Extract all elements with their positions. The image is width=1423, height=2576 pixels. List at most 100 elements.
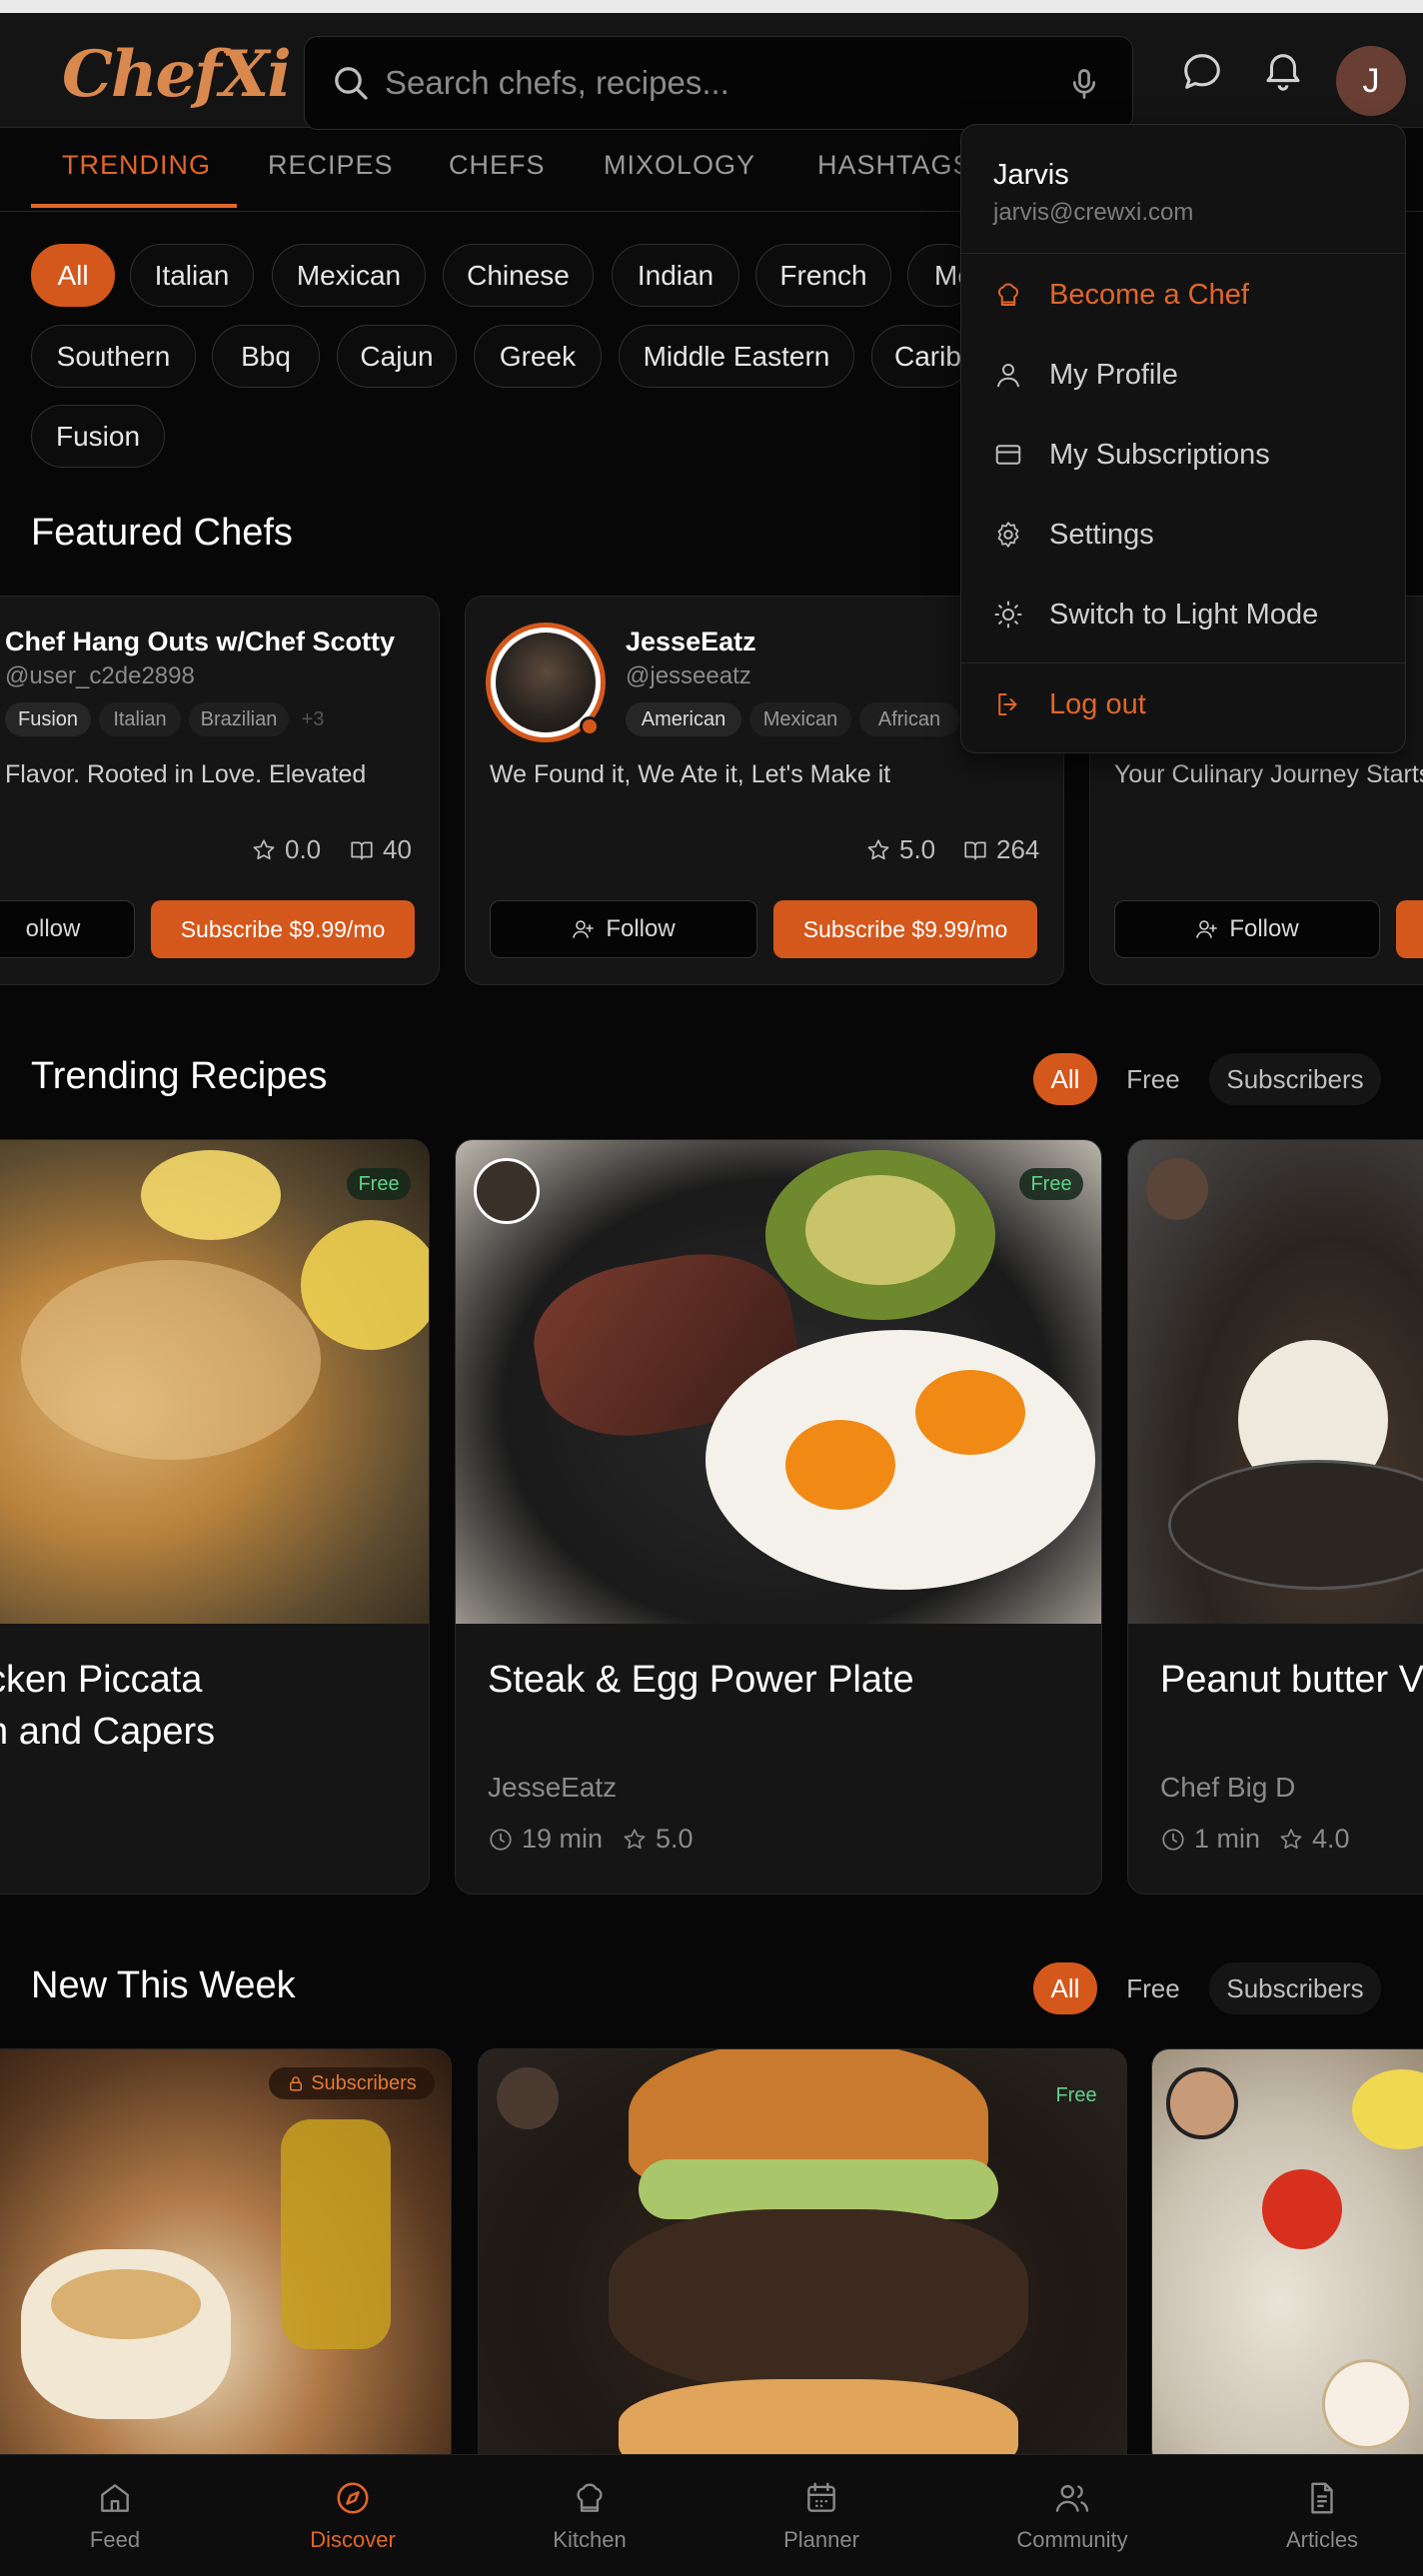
menu-item-label: Switch to Light Mode: [1049, 598, 1319, 631]
recipe-card[interactable]: Free Steak & Egg Power Plate JesseEatz 1…: [455, 1139, 1102, 1895]
avatar-initial: J: [1362, 61, 1380, 100]
recipe-card[interactable]: [1151, 2048, 1423, 2468]
chip-cajun[interactable]: Cajun: [337, 325, 457, 388]
active-tab-indicator: [31, 204, 237, 208]
chip-all[interactable]: All: [31, 244, 115, 307]
cuisine-tag: African: [859, 702, 959, 736]
search-input[interactable]: [385, 59, 1024, 107]
chip-southern[interactable]: Southern: [31, 325, 196, 388]
nav-community[interactable]: Community: [1002, 2455, 1142, 2576]
nav-kitchen[interactable]: Kitchen: [530, 2455, 650, 2576]
star-icon: [624, 1828, 646, 1849]
chefxi-logo[interactable]: ChefXi: [62, 37, 292, 112]
filter-subscribers[interactable]: Subscribers: [1209, 1962, 1381, 2014]
nav-label: Articles: [1285, 2527, 1359, 2552]
subscribe-button[interactable]: Subscribe $9.99/mo: [773, 900, 1037, 958]
trending-recipes-title: Trending Recipes: [31, 1055, 328, 1097]
subscribe-button[interactable]: Subscribe $9.99/mo: [151, 900, 415, 958]
recipe-card[interactable]: Free: [478, 2048, 1127, 2468]
chef-card[interactable]: Chef Hang Outs w/Chef Scotty @user_c2de2…: [0, 596, 440, 985]
subscribers-badge: Subscribers: [269, 2067, 435, 2099]
chef-mini-avatar[interactable]: [1146, 1158, 1208, 1220]
chef-bio: We Found it, We Ate it, Let's Make it: [490, 760, 891, 788]
chef-recipe-count: 40: [349, 834, 412, 865]
follow-button[interactable]: ollow: [0, 900, 135, 958]
rating-value: 4.0: [1312, 1824, 1350, 1854]
tab-chefs[interactable]: CHEFS: [449, 150, 546, 181]
filter-free[interactable]: Free: [1111, 1053, 1195, 1105]
chip-italian[interactable]: Italian: [130, 244, 254, 307]
follow-label: ollow: [25, 915, 81, 942]
chip-chinese[interactable]: Chinese: [443, 244, 594, 307]
menu-light-mode[interactable]: Switch to Light Mode: [961, 579, 1405, 650]
tab-trending[interactable]: TRENDING: [62, 150, 211, 181]
chip-fusion[interactable]: Fusion: [31, 405, 165, 468]
chip-french[interactable]: French: [755, 244, 891, 307]
follow-button[interactable]: Follow: [1114, 900, 1380, 958]
star-icon: [253, 838, 275, 859]
chef-bio: Flavor. Rooted in Love. Elevated: [5, 760, 367, 788]
bell-icon[interactable]: [1260, 48, 1306, 94]
chip-indian[interactable]: Indian: [612, 244, 739, 307]
gear-icon: [997, 522, 1019, 548]
chef-mini-avatar[interactable]: [497, 2067, 559, 2129]
nav-discover[interactable]: Discover: [293, 2455, 413, 2576]
recipe-card[interactable]: Free cken Piccata n and Capers: [0, 1139, 430, 1895]
recipe-card[interactable]: Peanut butter V Chef Big D 1 min 4.0: [1127, 1139, 1423, 1895]
chef-mini-avatar[interactable]: [1166, 2067, 1238, 2139]
add-user-icon: [1196, 920, 1218, 938]
nav-label: Planner: [783, 2527, 859, 2552]
nav-planner[interactable]: Planner: [761, 2455, 881, 2576]
subscribe-button[interactable]: [1396, 900, 1423, 958]
follow-button[interactable]: Follow: [490, 900, 757, 958]
recipe-rating: 4.0: [1278, 1824, 1350, 1855]
recipe-title: Steak & Egg Power Plate: [488, 1659, 914, 1701]
logo-text: ChefXi: [62, 37, 292, 112]
chip-greek[interactable]: Greek: [474, 325, 602, 388]
menu-log-out[interactable]: Log out: [961, 668, 1405, 740]
add-user-icon: [573, 920, 595, 938]
recipe-card[interactable]: Subscribers: [0, 2048, 452, 2468]
bottom-navigation: Feed Discover Kitchen Planner Community …: [0, 2454, 1423, 2576]
chat-icon[interactable]: [1179, 49, 1225, 95]
menu-become-chef[interactable]: Become a Chef: [961, 259, 1405, 331]
free-badge: Free: [1055, 2083, 1097, 2106]
menu-item-label: My Profile: [1049, 358, 1178, 391]
user-menu-dropdown: Jarvis jarvis@crewxi.com Become a Chef M…: [960, 124, 1406, 753]
chef-handle: @jesseeatz: [626, 662, 751, 689]
chip-carib[interactable]: Carib: [871, 325, 971, 388]
sun-icon: [994, 601, 1022, 629]
tab-mixology[interactable]: MIXOLOGY: [604, 150, 755, 181]
new-this-week-title: New This Week: [31, 1964, 296, 2006]
menu-my-profile[interactable]: My Profile: [961, 339, 1405, 411]
tab-recipes[interactable]: RECIPES: [268, 150, 394, 181]
nav-label: Discover: [310, 2527, 396, 2552]
rating-value: 0.0: [285, 834, 322, 864]
credit-card-icon: [995, 445, 1021, 465]
logout-icon: [998, 693, 1017, 715]
nav-feed[interactable]: Feed: [55, 2455, 175, 2576]
follow-label: Follow: [606, 915, 676, 942]
menu-my-subscriptions[interactable]: My Subscriptions: [961, 419, 1405, 491]
filter-subscribers[interactable]: Subscribers: [1209, 1053, 1381, 1105]
chef-name: Chef Hang Outs w/Chef Scotty: [5, 627, 396, 656]
chef-mini-avatar[interactable]: [474, 1158, 540, 1224]
microphone-icon[interactable]: [1066, 65, 1102, 103]
menu-settings[interactable]: Settings: [961, 499, 1405, 571]
filter-all[interactable]: All: [1033, 1053, 1097, 1105]
filter-all[interactable]: All: [1033, 1962, 1097, 2014]
filter-free[interactable]: Free: [1111, 1962, 1195, 2014]
online-dot: [580, 716, 600, 736]
chip-mexican[interactable]: Mexican: [272, 244, 426, 307]
document-icon: [1311, 2482, 1333, 2514]
user-avatar[interactable]: J: [1336, 46, 1406, 116]
search-bar[interactable]: [304, 36, 1133, 130]
chip-bbq[interactable]: Bbq: [212, 325, 320, 388]
chef-bio: Your Culinary Journey Starts: [1114, 760, 1423, 788]
tab-hashtags[interactable]: HASHTAGS: [817, 150, 972, 181]
time-value: 1 min: [1194, 1824, 1261, 1854]
recipe-chef: Chef Big D: [1160, 1772, 1296, 1803]
chip-middle-eastern[interactable]: Middle Eastern: [619, 325, 854, 388]
home-icon: [101, 2484, 129, 2512]
nav-articles[interactable]: Articles: [1262, 2455, 1382, 2576]
